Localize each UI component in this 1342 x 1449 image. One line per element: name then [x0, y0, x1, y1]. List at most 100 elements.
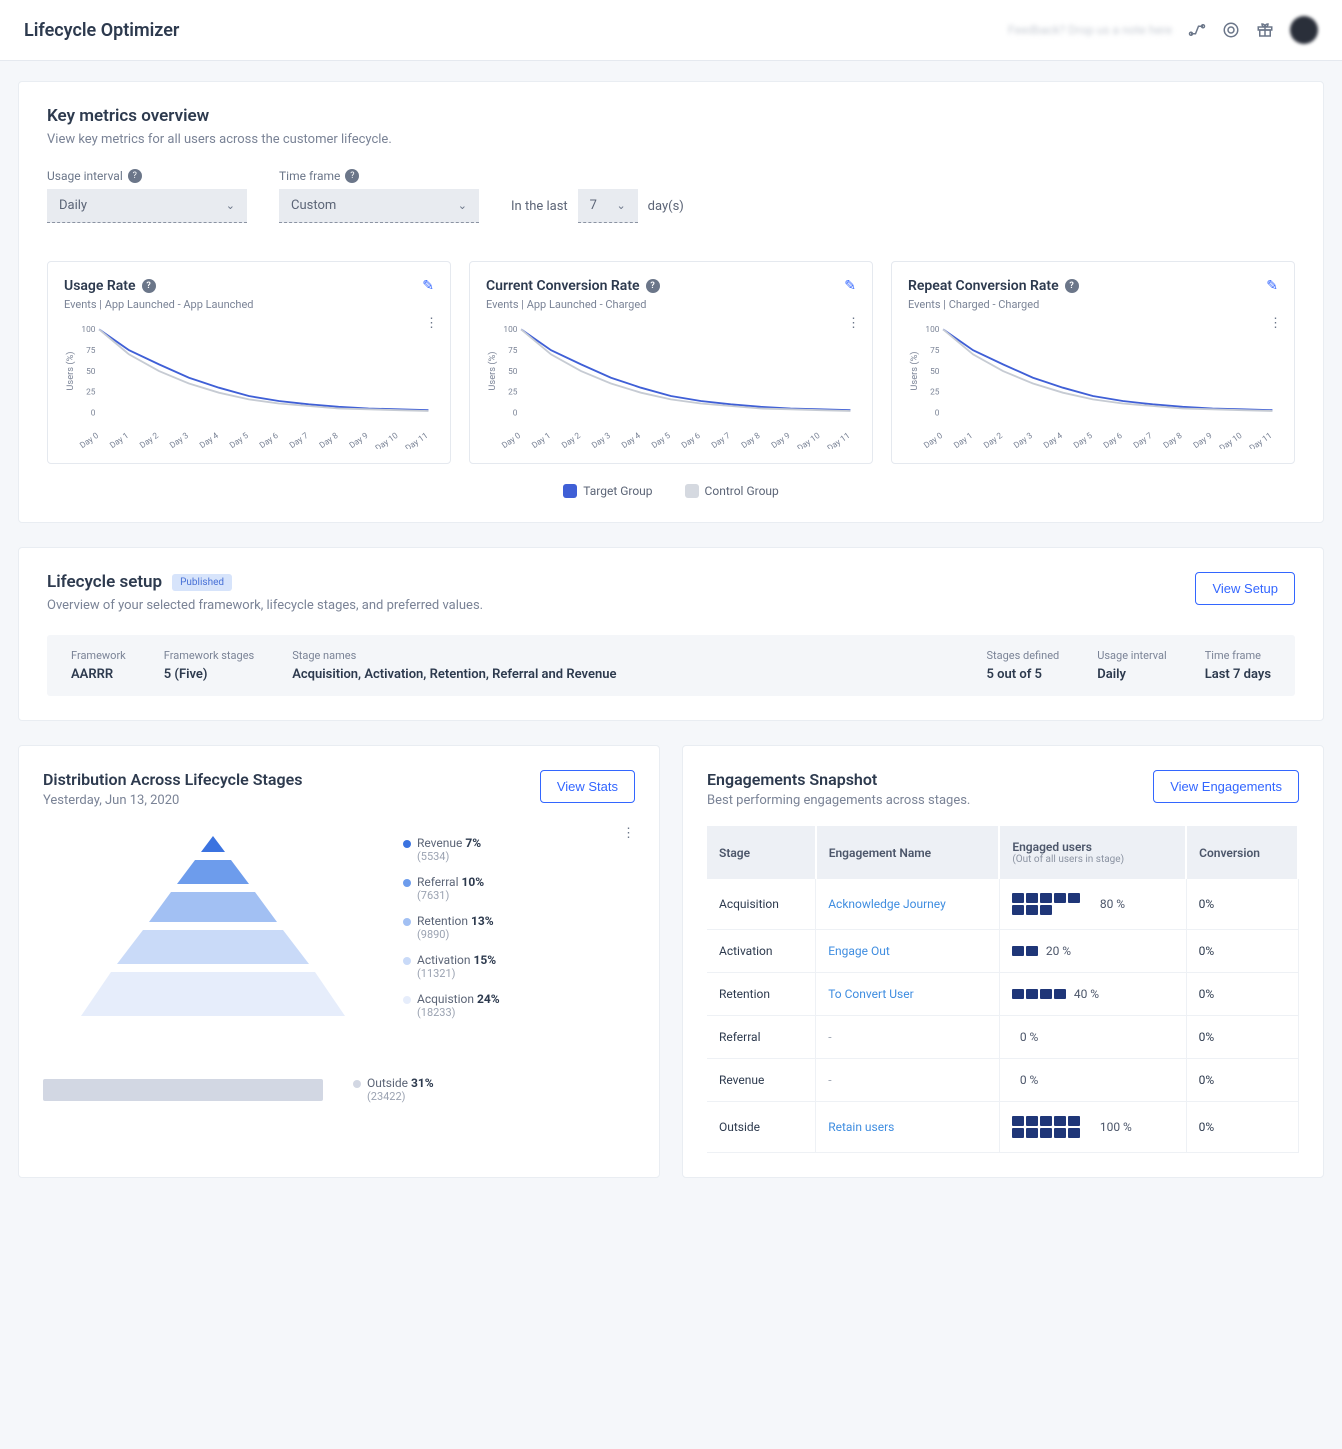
metric-title: Repeat Conversion Rate ?: [908, 278, 1079, 294]
cell-conversion: 0%: [1186, 973, 1298, 1016]
cell-name: Engage Out: [816, 930, 1000, 973]
cell-conversion: 0%: [1186, 1059, 1298, 1102]
dist-subtitle: Yesterday, Jun 13, 2020: [43, 793, 302, 808]
published-badge: Published: [172, 574, 232, 591]
help-icon[interactable]: ?: [345, 169, 359, 183]
eng-subtitle: Best performing engagements across stage…: [707, 793, 970, 808]
cell-name: -: [816, 1059, 1000, 1102]
metric-card: Repeat Conversion Rate ? ✎ Events | Char…: [891, 261, 1295, 464]
svg-text:Day 6: Day 6: [1102, 431, 1125, 449]
usage-interval-label: Usage interval ?: [47, 169, 247, 183]
cell-engaged: 40 %: [999, 973, 1186, 1016]
dist-title: Distribution Across Lifecycle Stages: [43, 770, 302, 789]
edit-icon[interactable]: ✎: [1266, 278, 1278, 294]
edit-icon[interactable]: ✎: [422, 278, 434, 294]
engagements-card: Engagements Snapshot Best performing eng…: [682, 745, 1324, 1178]
svg-text:Day 8: Day 8: [740, 431, 763, 449]
svg-text:0: 0: [513, 408, 518, 418]
help-icon[interactable]: ?: [646, 279, 660, 293]
svg-text:Day 10: Day 10: [1218, 431, 1245, 449]
cell-engaged: 0 %: [999, 1016, 1186, 1059]
edit-icon[interactable]: ✎: [844, 278, 856, 294]
svg-text:100: 100: [503, 325, 517, 335]
svg-text:Day 9: Day 9: [348, 431, 371, 449]
svg-text:Day 5: Day 5: [228, 431, 251, 449]
table-row: Outside Retain users 100 % 0%: [707, 1102, 1298, 1153]
cell-name: Retain users: [816, 1102, 1000, 1153]
distribution-card: Distribution Across Lifecycle Stages Yes…: [18, 745, 660, 1178]
svg-text:100: 100: [81, 325, 95, 335]
page-title: Lifecycle Optimizer: [24, 20, 179, 41]
svg-text:Users (%): Users (%): [65, 352, 76, 391]
metric-events: Events | App Launched - App Launched: [64, 298, 434, 311]
outside-bar: [43, 1079, 323, 1101]
cell-name: -: [816, 1016, 1000, 1059]
svg-text:Day 3: Day 3: [590, 431, 613, 449]
svg-text:Users (%): Users (%): [487, 352, 498, 391]
more-icon[interactable]: ⋮: [847, 316, 860, 331]
svg-text:75: 75: [86, 346, 96, 356]
svg-text:Day 6: Day 6: [258, 431, 281, 449]
svg-text:Day 2: Day 2: [982, 431, 1005, 449]
svg-text:Day 4: Day 4: [198, 431, 221, 449]
engagement-link[interactable]: Acknowledge Journey: [828, 897, 946, 911]
cell-stage: Outside: [707, 1102, 816, 1153]
svg-text:Day 7: Day 7: [288, 431, 311, 449]
help-icon[interactable]: ?: [128, 169, 142, 183]
cell-engaged: 0 %: [999, 1059, 1186, 1102]
cell-stage: Revenue: [707, 1059, 816, 1102]
user-avatar[interactable]: [1290, 16, 1318, 44]
col-name: Engagement Name: [816, 826, 1000, 879]
usage-interval-select[interactable]: Daily⌄: [47, 189, 247, 223]
timeframe-select[interactable]: Custom⌄: [279, 189, 479, 223]
cell-engaged: 100 %: [999, 1102, 1186, 1153]
view-setup-button[interactable]: View Setup: [1195, 572, 1295, 605]
metric-events: Events | Charged - Charged: [908, 298, 1278, 311]
help-icon[interactable]: ?: [142, 279, 156, 293]
top-header: Lifecycle Optimizer Feedback? Drop us a …: [0, 0, 1342, 61]
svg-text:Day 1: Day 1: [952, 431, 975, 449]
svg-text:100: 100: [925, 325, 939, 335]
svg-text:Day 10: Day 10: [374, 431, 401, 449]
engagement-name: -: [828, 1073, 831, 1087]
days-select[interactable]: 7⌄: [578, 189, 638, 223]
svg-text:Day 10: Day 10: [796, 431, 823, 449]
more-icon[interactable]: ⋮: [425, 316, 438, 331]
help-icon[interactable]: ?: [1065, 279, 1079, 293]
svg-text:Day 2: Day 2: [560, 431, 583, 449]
svg-text:Day 3: Day 3: [168, 431, 191, 449]
svg-text:25: 25: [930, 388, 940, 398]
cell-conversion: 0%: [1186, 1102, 1298, 1153]
table-row: Activation Engage Out 20 % 0%: [707, 930, 1298, 973]
svg-text:Day 6: Day 6: [680, 431, 703, 449]
gift-icon[interactable]: [1256, 21, 1274, 39]
route-icon[interactable]: [1188, 21, 1206, 39]
engagement-link[interactable]: To Convert User: [828, 987, 913, 1001]
chevron-down-icon: ⌄: [616, 199, 625, 212]
view-stats-button[interactable]: View Stats: [540, 770, 635, 803]
table-row: Referral - 0 % 0%: [707, 1016, 1298, 1059]
engagement-link[interactable]: Retain users: [828, 1120, 894, 1134]
more-icon[interactable]: ⋮: [1269, 316, 1282, 331]
engagement-name: -: [828, 1030, 831, 1044]
metric-title: Current Conversion Rate ?: [486, 278, 660, 294]
target-icon[interactable]: [1222, 21, 1240, 39]
cell-conversion: 0%: [1186, 879, 1298, 930]
svg-text:Day 8: Day 8: [318, 431, 341, 449]
svg-text:Day 1: Day 1: [530, 431, 553, 449]
svg-text:Day 4: Day 4: [1042, 431, 1065, 449]
cell-stage: Activation: [707, 930, 816, 973]
more-icon[interactable]: ⋮: [622, 826, 635, 841]
table-row: Acquisition Acknowledge Journey 80 % 0%: [707, 879, 1298, 930]
pyramid-legend-row: Referral 10% (7631): [403, 875, 635, 902]
setup-card: Lifecycle setup Published Overview of yo…: [18, 547, 1324, 721]
view-engagements-button[interactable]: View Engagements: [1153, 770, 1299, 803]
svg-text:Day 2: Day 2: [138, 431, 161, 449]
pyramid-legend-row: Revenue 7% (5534): [403, 836, 635, 863]
svg-text:50: 50: [930, 367, 940, 377]
metric-card: Current Conversion Rate ? ✎ Events | App…: [469, 261, 873, 464]
feedback-link[interactable]: Feedback? Drop us a note here: [1008, 23, 1172, 37]
svg-text:Day 0: Day 0: [78, 431, 101, 449]
pyramid-chart: [43, 826, 383, 1026]
engagement-link[interactable]: Engage Out: [828, 944, 890, 958]
